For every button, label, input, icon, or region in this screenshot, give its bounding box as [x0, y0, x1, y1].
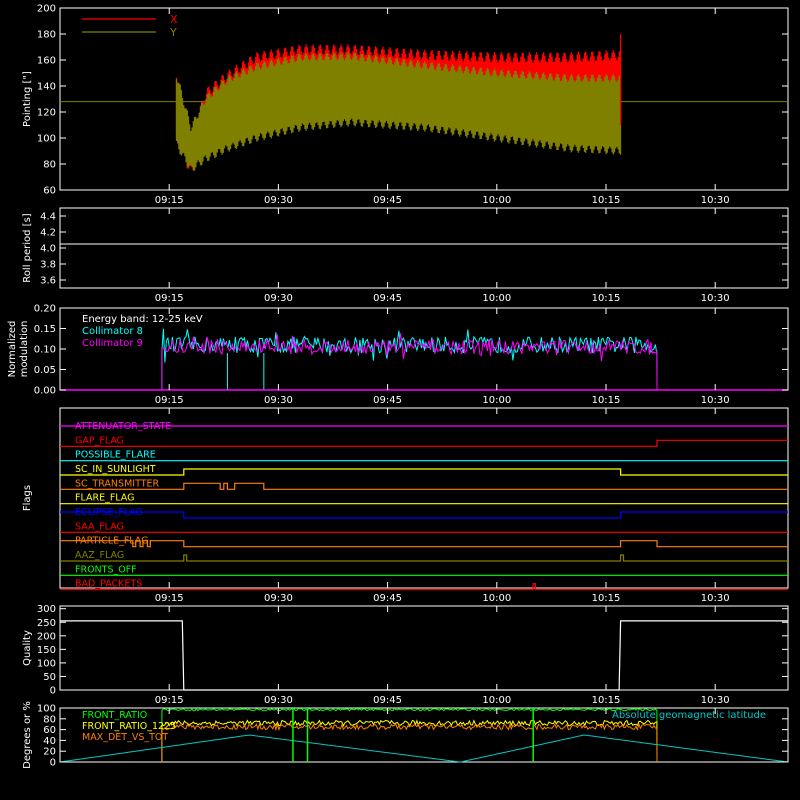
legend-label: Y	[169, 26, 177, 39]
x-tick-label: 09:15	[155, 395, 184, 406]
x-tick-label: 09:15	[155, 195, 184, 206]
y-axis-label: Roll period [s]	[22, 213, 33, 282]
x-tick-label: 10:00	[482, 695, 511, 706]
y-tick-label: 100	[37, 134, 56, 145]
y-tick-label: 80	[43, 714, 56, 725]
x-tick-label: 09:15	[155, 293, 184, 304]
flag-label: SAA_FLAG	[75, 521, 124, 532]
y-axis-label-line2: modulation	[19, 321, 30, 378]
flag-label: SC_IN_SUNLIGHT	[75, 464, 156, 475]
y-tick-label: 20	[43, 747, 56, 758]
y-axis-label-line1: Normalized	[7, 321, 18, 378]
x-tick-label: 10:15	[592, 593, 621, 604]
flag-label: ECLIPSE_FLAG	[75, 507, 143, 518]
latitude-label: Absolute geomagnetic latitude	[612, 710, 766, 721]
y-tick-label: 0.20	[34, 304, 56, 315]
y-tick-label: 140	[37, 82, 56, 93]
flag-label: ATTENUATOR_STATE	[75, 421, 171, 432]
x-tick-label: 10:00	[482, 395, 511, 406]
x-tick-label: 10:15	[592, 293, 621, 304]
y-axis-label: Pointing ["]	[22, 71, 33, 127]
y-tick-label: 0.05	[34, 365, 56, 376]
y-tick-label: 200	[37, 631, 56, 642]
y-tick-label: 0	[50, 758, 56, 769]
legend-label: Collimator 8	[82, 326, 143, 337]
flag-label: SC_TRANSMITTER	[75, 478, 160, 489]
y-tick-label: 200	[37, 4, 56, 15]
x-tick-label: 09:30	[264, 195, 293, 206]
x-tick-label: 09:15	[155, 695, 184, 706]
y-tick-label: 60	[43, 725, 56, 736]
y-tick-label: 50	[43, 672, 56, 683]
y-tick-label: 250	[37, 618, 56, 629]
x-tick-label: 10:00	[482, 195, 511, 206]
x-tick-label: 10:00	[482, 593, 511, 604]
y-tick-label: 4.0	[40, 244, 56, 255]
x-tick-label: 10:30	[701, 593, 730, 604]
flag-label: GAP_FLAG	[75, 435, 124, 446]
y-tick-label: 0.10	[34, 345, 56, 356]
flag-label: PARTICLE_FLAG	[75, 536, 148, 547]
flag-label: BAD_PACKETS	[75, 579, 142, 590]
x-tick-label: 09:45	[373, 593, 402, 604]
y-axis-label: Flags	[22, 485, 33, 511]
y-tick-label: 120	[37, 108, 56, 119]
y-tick-label: 0.00	[34, 386, 56, 397]
legend-label: X	[170, 13, 178, 26]
y-tick-label: 0	[50, 686, 56, 697]
x-tick-label: 10:30	[701, 695, 730, 706]
flag-label: POSSIBLE_FLARE	[75, 450, 156, 461]
y-tick-label: 4.4	[40, 212, 56, 223]
y-tick-label: 80	[43, 160, 56, 171]
x-tick-label: 09:45	[373, 195, 402, 206]
flag-label: FLARE_FLAG	[75, 493, 135, 504]
y-tick-label: 4.2	[40, 228, 56, 239]
y-axis-label: Degrees or %	[22, 701, 33, 769]
y-tick-label: 3.8	[40, 260, 56, 271]
y-tick-label: 40	[43, 736, 56, 747]
energy-band-label: Energy band: 12-25 keV	[82, 314, 203, 325]
x-tick-label: 09:30	[264, 395, 293, 406]
flag-label: FRONTS_OFF	[75, 564, 137, 575]
x-tick-label: 10:30	[701, 395, 730, 406]
y-tick-label: 60	[43, 186, 56, 197]
legend-label: Collimator 9	[82, 338, 143, 349]
x-tick-label: 10:15	[592, 395, 621, 406]
x-tick-label: 09:30	[264, 293, 293, 304]
y-tick-label: 3.6	[40, 276, 56, 287]
x-tick-label: 09:30	[264, 593, 293, 604]
y-tick-label: 160	[37, 56, 56, 67]
legend-label: FRONT_RATIO	[82, 710, 147, 721]
y-axis-label: Quality	[22, 630, 33, 666]
y-tick-label: 180	[37, 30, 56, 41]
x-tick-label: 10:15	[592, 195, 621, 206]
y-tick-label: 100	[37, 658, 56, 669]
y-tick-label: 150	[37, 645, 56, 656]
x-tick-label: 09:30	[264, 695, 293, 706]
x-tick-label: 10:30	[701, 293, 730, 304]
x-tick-label: 10:15	[592, 695, 621, 706]
x-tick-label: 09:45	[373, 395, 402, 406]
x-tick-label: 09:45	[373, 293, 402, 304]
y-tick-label: 0.15	[34, 324, 56, 335]
x-tick-label: 09:45	[373, 695, 402, 706]
legend-label: FRONT_RATIO_1225	[82, 721, 176, 732]
x-tick-label: 09:15	[155, 593, 184, 604]
figure: XY608010012014016018020009:15 09:30 09:45 1…	[0, 0, 800, 800]
flag-label: AAZ_FLAG	[75, 550, 124, 561]
y-tick-label: 300	[37, 604, 56, 615]
x-tick-label: 10:30	[701, 195, 730, 206]
x-tick-label: 10:00	[482, 293, 511, 304]
y-tick-label: 100	[37, 704, 56, 715]
legend-label: MAX_DET_VS_TOT	[82, 732, 168, 743]
